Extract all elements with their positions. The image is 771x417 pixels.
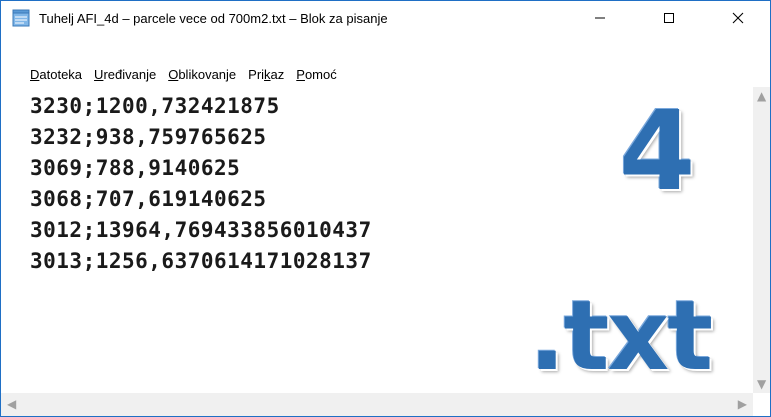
title-bar[interactable]: Tuhelj AFI_4d – parcele vece od 700m2.tx… bbox=[1, 1, 770, 35]
scroll-left-icon[interactable]: ◀ bbox=[7, 397, 16, 411]
scroll-down-icon[interactable]: ▼ bbox=[757, 377, 766, 391]
notepad-app-icon bbox=[12, 9, 30, 27]
text-line: 3013;1256,6370614171028137 bbox=[30, 249, 372, 273]
overlay-number-label: 4 bbox=[619, 87, 696, 215]
minimize-button[interactable] bbox=[577, 1, 623, 35]
close-button[interactable] bbox=[715, 1, 761, 35]
notepad-window: Tuhelj AFI_4d – parcele vece od 700m2.tx… bbox=[0, 0, 771, 417]
menu-bar: Datoteka Uređivanje Oblikovanje Prikaz P… bbox=[1, 63, 770, 85]
text-line: 3012;13964,769433856010437 bbox=[30, 218, 372, 242]
menu-prikaz[interactable]: Prikaz bbox=[242, 67, 290, 82]
overlay-extension-label: .txt bbox=[529, 280, 713, 392]
menu-uredivanje[interactable]: Uređivanje bbox=[88, 67, 162, 82]
vertical-scrollbar[interactable]: ▲ ▼ bbox=[753, 87, 770, 393]
maximize-icon bbox=[664, 13, 674, 23]
horizontal-scrollbar[interactable]: ◀ ▶ bbox=[1, 393, 753, 416]
scroll-up-icon[interactable]: ▲ bbox=[757, 89, 766, 103]
window-title: Tuhelj AFI_4d – parcele vece od 700m2.tx… bbox=[39, 10, 388, 26]
scroll-right-icon[interactable]: ▶ bbox=[738, 397, 747, 411]
menu-oblikovanje[interactable]: Oblikovanje bbox=[162, 67, 242, 82]
menu-pomoc[interactable]: Pomoć bbox=[290, 67, 342, 82]
maximize-button[interactable] bbox=[646, 1, 692, 35]
menu-datoteka[interactable]: Datoteka bbox=[1, 67, 88, 82]
close-icon bbox=[732, 12, 744, 24]
minimize-icon bbox=[595, 17, 605, 19]
